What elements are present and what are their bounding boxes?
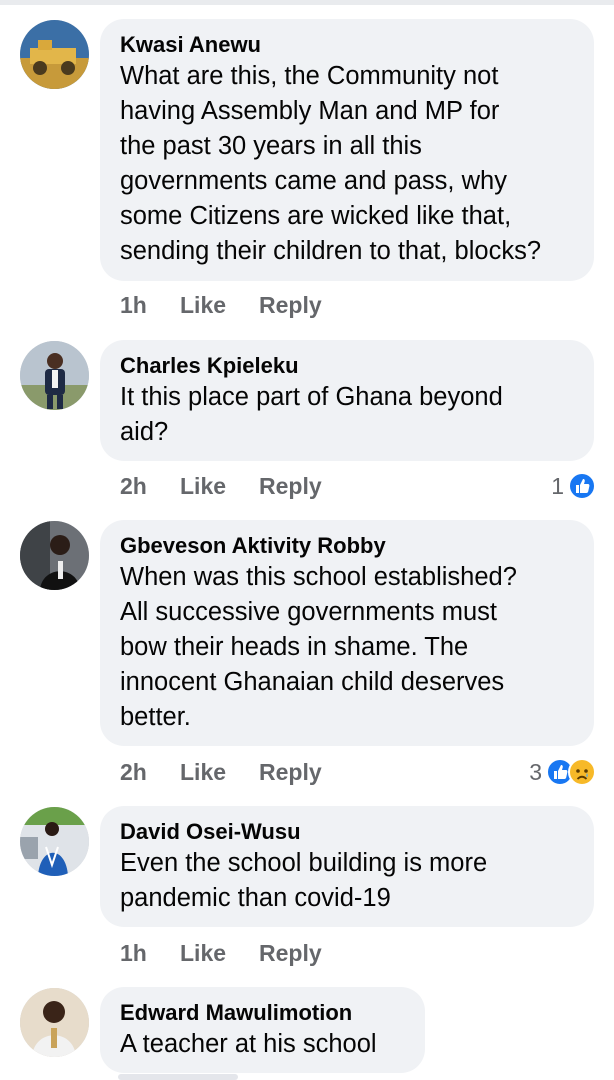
like-button[interactable]: Like	[180, 940, 259, 967]
comment-line: A teacher at his school	[120, 1030, 377, 1058]
comment-line: When was this school established?	[120, 563, 517, 591]
reaction-count: 3	[529, 758, 542, 785]
comment-line: What are this, the Community not	[120, 62, 499, 90]
comment-author[interactable]: Gbeveson Aktivity Robby	[120, 532, 574, 560]
comment-time[interactable]: 2h	[120, 473, 180, 500]
sad-face-icon	[568, 758, 596, 786]
comment-text: It this place part of Ghana beyond aid?	[120, 380, 574, 450]
comment-line: bow their heads in shame. The	[120, 633, 469, 661]
avatar-edward-mawulimotion[interactable]	[20, 988, 89, 1057]
avatar-kwasi-anewu[interactable]	[20, 20, 89, 89]
comment-line: some Citizens are wicked like that,	[120, 202, 512, 230]
comment-actions: 1h Like Reply	[120, 938, 322, 968]
comment-bubble: Charles Kpieleku It this place part of G…	[100, 340, 594, 461]
avatar-gbeveson-aktivity-robby[interactable]	[20, 521, 89, 590]
top-divider	[0, 0, 614, 5]
comment-line: It this place part of Ghana beyond	[120, 383, 503, 411]
reply-button[interactable]: Reply	[259, 940, 322, 967]
comment-author[interactable]: Edward Mawulimotion	[120, 999, 405, 1027]
comment-bubble: Edward Mawulimotion A teacher at his sch…	[100, 987, 425, 1073]
reply-button[interactable]: Reply	[259, 473, 322, 500]
comment-line: better.	[120, 703, 191, 731]
comment-line: having Assembly Man and MP for	[120, 97, 500, 125]
avatar-david-osei-wusu[interactable]	[20, 807, 89, 876]
thumbs-up-icon	[568, 472, 596, 500]
comment-text: When was this school established? All su…	[120, 560, 574, 735]
comment-line: innocent Ghanaian child deserves	[120, 668, 505, 696]
next-item-edge	[118, 1074, 238, 1080]
reply-button[interactable]: Reply	[259, 759, 322, 786]
comment-time[interactable]: 1h	[120, 940, 180, 967]
reaction-summary[interactable]: 3	[529, 757, 596, 787]
reaction-count: 1	[551, 472, 564, 499]
comment-line: sending their children to that, blocks?	[120, 237, 541, 265]
reply-button[interactable]: Reply	[259, 292, 322, 319]
comment-line: the past 30 years in all this	[120, 132, 422, 160]
reaction-summary[interactable]: 1	[551, 471, 596, 501]
avatar-charles-kpieleku[interactable]	[20, 341, 89, 410]
like-button[interactable]: Like	[180, 759, 259, 786]
comment-text: What are this, the Community not having …	[120, 59, 574, 269]
comment-line: Even the school building is more	[120, 849, 488, 877]
comment-time[interactable]: 2h	[120, 759, 180, 786]
comment-actions: 2h Like Reply	[120, 757, 322, 787]
comment-line: pandemic than covid-19	[120, 884, 391, 912]
like-button[interactable]: Like	[180, 292, 259, 319]
comment-bubble: David Osei-Wusu Even the school building…	[100, 806, 594, 927]
comment-line: All successive governments must	[120, 598, 497, 626]
comment-time[interactable]: 1h	[120, 292, 180, 319]
comment-author[interactable]: Charles Kpieleku	[120, 352, 574, 380]
comment-actions: 2h Like Reply	[120, 471, 322, 501]
comment-actions: 1h Like Reply	[120, 290, 322, 320]
comment-line: aid?	[120, 418, 169, 446]
comment-bubble: Gbeveson Aktivity Robby When was this sc…	[100, 520, 594, 746]
comment-line: governments came and pass, why	[120, 167, 507, 195]
comment-text: Even the school building is more pandemi…	[120, 846, 574, 916]
comment-text: A teacher at his school	[120, 1027, 405, 1062]
like-button[interactable]: Like	[180, 473, 259, 500]
comment-author[interactable]: David Osei-Wusu	[120, 818, 574, 846]
comment-author[interactable]: Kwasi Anewu	[120, 31, 574, 59]
comment-bubble: Kwasi Anewu What are this, the Community…	[100, 19, 594, 281]
